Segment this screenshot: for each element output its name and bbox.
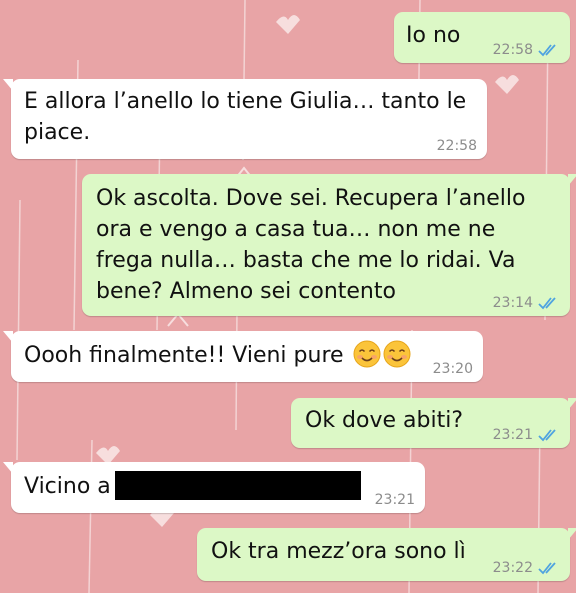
message-time: 23:22 [492,560,533,576]
double-check-read-icon [538,297,556,310]
message-meta: 22:58 [437,138,477,154]
message-bubble-outgoing[interactable]: Ok tra mezz’ora sono lì 23:22 [197,528,576,581]
bubble-tail [3,331,13,343]
message-text: Vicino a [24,474,111,499]
message-time: 23:14 [492,295,533,311]
smiling-face-icon [353,340,381,368]
bubble-tail [568,528,576,540]
message-meta: 23:22 [493,560,560,576]
double-check-read-icon [538,44,556,57]
message-bubble-outgoing[interactable]: Ok dove abiti? 23:21 [291,398,576,448]
message-time: 22:58 [492,42,533,58]
bubble-tail [568,398,576,410]
message-bubble-outgoing[interactable]: Io no 22:58 [394,12,570,63]
message-meta: 22:58 [493,42,560,58]
message-text: Oooh finalmente!! Vieni pure [24,343,344,368]
message-bubble-incoming[interactable]: Vicino a 23:21 [3,462,425,513]
message-content: Vicino a [24,471,413,502]
message-meta: 23:21 [375,492,415,508]
redacted-text-block [114,471,361,500]
message-bubble-incoming[interactable]: Oooh finalmente!! Vieni pure 23:20 [3,331,483,382]
message-text: E allora l’anello lo tiene Giulia… tanto… [24,89,467,145]
double-check-read-icon [538,562,556,575]
smiling-face-icon [383,340,411,368]
message-meta: 23:20 [433,361,473,377]
message-meta: 23:14 [493,295,560,311]
message-bubble-incoming[interactable]: E allora l’anello lo tiene Giulia… tanto… [3,79,487,159]
message-text: Ok ascolta. Dove sei. Recupera l’anello … [96,186,526,304]
message-time: 23:21 [492,427,533,443]
message-meta: 23:21 [493,427,560,443]
message-time: 23:20 [432,361,473,377]
bubble-tail [3,79,13,91]
double-check-read-icon [538,429,556,442]
message-time: 22:58 [436,138,477,154]
bubble-tail [3,462,13,474]
message-bubble-outgoing[interactable]: Ok ascolta. Dove sei. Recupera l’anello … [82,174,576,316]
message-time: 23:21 [374,492,415,508]
bubble-tail [568,174,576,186]
message-content: Oooh finalmente!! Vieni pure [24,340,471,371]
